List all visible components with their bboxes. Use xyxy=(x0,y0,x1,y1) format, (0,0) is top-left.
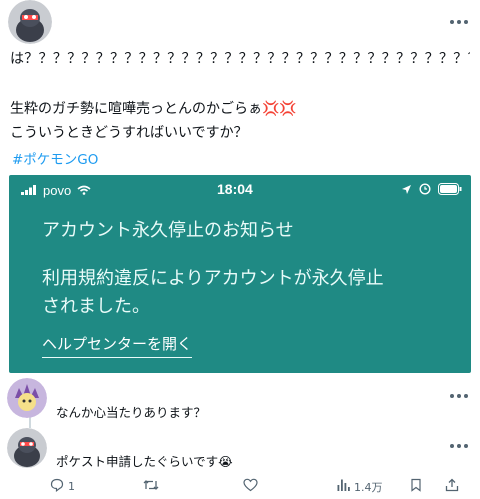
clock-time: 18:04 xyxy=(217,181,253,197)
more-icon[interactable] xyxy=(448,434,470,448)
author-avatar[interactable] xyxy=(8,0,52,44)
reply-text-2: ポケスト申請したぐらいです😭 xyxy=(56,454,233,469)
battery-icon xyxy=(438,182,462,198)
reply-text-1: なんか心当たりあります？ xyxy=(56,405,207,420)
carrier-label: povo xyxy=(43,182,72,198)
reply-avatar-1[interactable] xyxy=(7,378,47,418)
bookmark-icon[interactable] xyxy=(410,478,422,492)
embedded-screenshot[interactable]: povo 18:04 アカウント永久停止のお知らせ 利用規約違反によりアカウント… xyxy=(9,175,471,373)
post-text-line3: こういうときどうすればいいですか？ xyxy=(10,125,248,141)
wifi-icon xyxy=(77,183,91,198)
help-center-link: ヘルプセンターを開く xyxy=(42,333,193,358)
suspension-message-line2: されました。 xyxy=(42,296,150,317)
suspension-message-line1: 利用規約違反によりアカウントが永久停止 xyxy=(42,268,384,289)
status-bar-left: povo xyxy=(21,181,91,199)
post-text-line1: は？？？？？？？？？？？？？？？？？？？？？？？？？？？？？？？？？？？？？？？… xyxy=(10,51,470,67)
post-text-line2: 生粋のガチ勢に喧嘩売っとんのかごらぁ💢💢 xyxy=(10,101,297,117)
views-count: 1.4万 xyxy=(354,480,383,494)
like-action[interactable] xyxy=(243,478,262,495)
retweet-icon xyxy=(143,478,159,495)
signal-icon xyxy=(21,183,37,198)
status-bar-right xyxy=(401,181,462,199)
views-action[interactable]: 1.4万 xyxy=(336,478,383,495)
more-icon[interactable] xyxy=(448,384,470,398)
reply-icon xyxy=(50,478,64,495)
reply-action[interactable]: 1 xyxy=(50,478,75,495)
like-icon xyxy=(243,478,258,495)
alarm-icon xyxy=(419,182,431,198)
retweet-action[interactable] xyxy=(143,478,163,495)
reply-avatar-2[interactable] xyxy=(7,428,47,468)
share-icon[interactable] xyxy=(445,478,459,492)
more-icon[interactable] xyxy=(448,10,470,24)
location-icon xyxy=(401,183,412,198)
hashtag-link[interactable]: #ポケモンGO xyxy=(12,148,98,168)
reply-count: 1 xyxy=(68,480,75,493)
suspension-heading: アカウント永久停止のお知らせ xyxy=(42,220,294,241)
views-icon xyxy=(336,478,350,495)
